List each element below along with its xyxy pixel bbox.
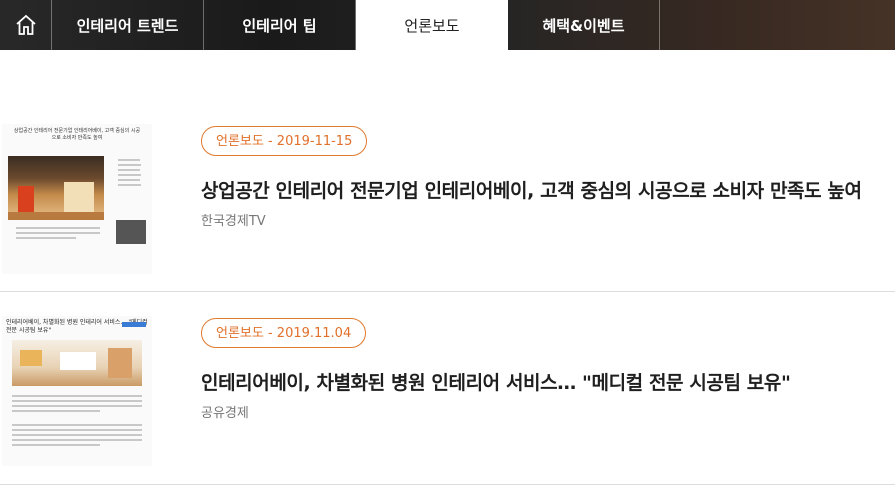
tab-interior-tip[interactable]: 인테리어 팁 [204, 0, 356, 50]
article-source: 한국경제TV [201, 214, 266, 229]
article-thumbnail[interactable]: 인테리어베이, 차별화된 병원 인테리어 서비스… "메디컬 전문 시공팀 보유… [2, 316, 152, 466]
tab-interior-trend[interactable]: 인테리어 트렌드 [52, 0, 204, 50]
home-button[interactable] [0, 0, 52, 50]
thumbnail-headline: 인테리어베이, 차별화된 병원 인테리어 서비스… "메디컬 전문 시공팀 보유… [6, 319, 148, 334]
thumbnail-headline: 상업공간 인테리어 전문기업 인테리어베이, 고객 중심의 시공으로 소비자 만… [13, 128, 141, 141]
press-date-badge: 언론보도 - 2019.11.04 [201, 318, 367, 348]
press-list: 상업공간 인테리어 전문기업 인테리어베이, 고객 중심의 시공으로 소비자 만… [0, 114, 895, 485]
article-title[interactable]: 상업공간 인테리어 전문기업 인테리어베이, 고객 중심의 시공으로 소비자 만… [201, 176, 862, 203]
list-item[interactable]: 상업공간 인테리어 전문기업 인테리어베이, 고객 중심의 시공으로 소비자 만… [0, 114, 895, 292]
article-title[interactable]: 인테리어베이, 차별화된 병원 인테리어 서비스… "메디컬 전문 시공팀 보유… [201, 368, 791, 395]
top-nav: 인테리어 트렌드 인테리어 팁 언론보도 혜택&이벤트 [0, 0, 895, 50]
press-date-badge: 언론보도 - 2019-11-15 [201, 126, 368, 156]
article-source: 공유경제 [201, 406, 249, 421]
tab-benefit-event[interactable]: 혜택&이벤트 [508, 0, 660, 50]
list-item[interactable]: 인테리어베이, 차별화된 병원 인테리어 서비스… "메디컬 전문 시공팀 보유… [0, 292, 895, 485]
home-icon [15, 14, 36, 35]
tab-press[interactable]: 언론보도 [356, 0, 508, 50]
article-thumbnail[interactable]: 상업공간 인테리어 전문기업 인테리어베이, 고객 중심의 시공으로 소비자 만… [2, 124, 152, 274]
